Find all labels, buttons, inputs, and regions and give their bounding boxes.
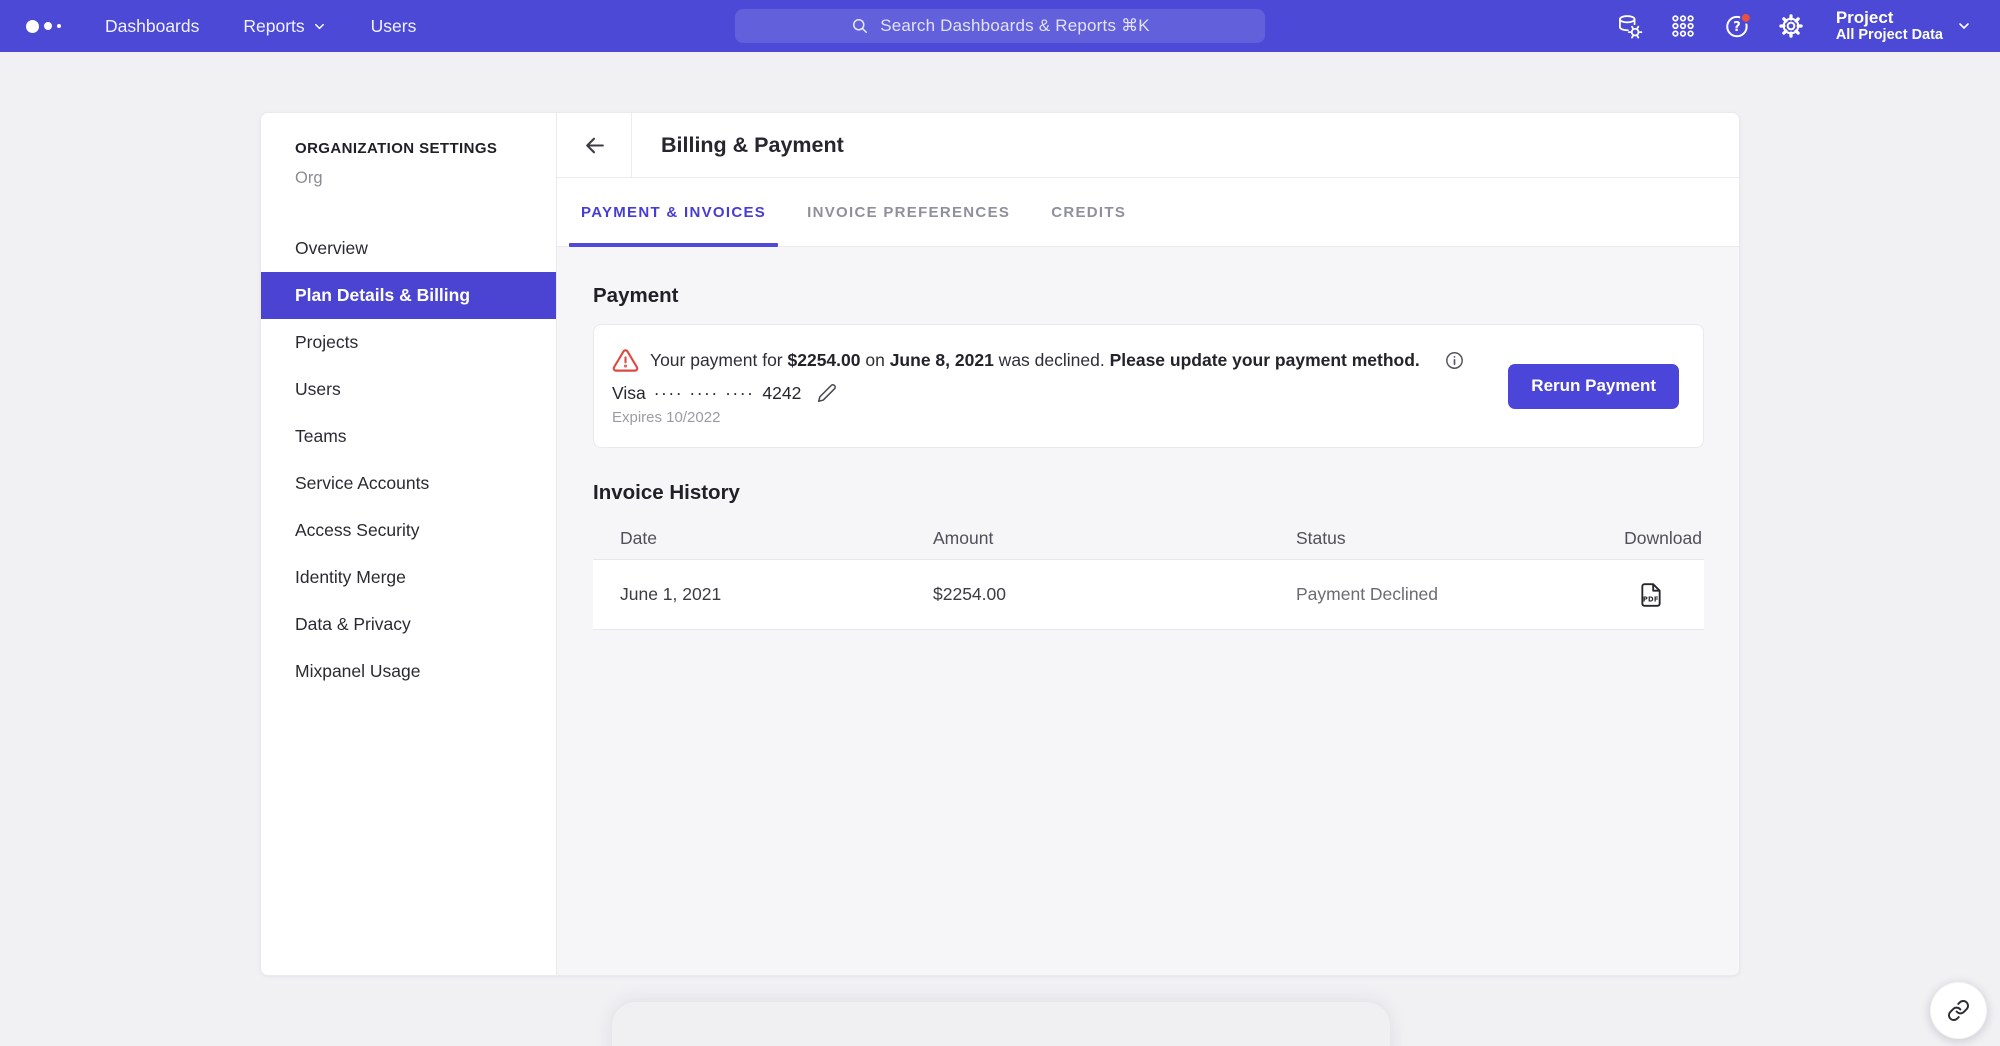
col-header-amount: Amount xyxy=(933,528,1296,549)
gear-icon xyxy=(1778,13,1804,39)
nav-item-dashboards[interactable]: Dashboards xyxy=(105,16,199,37)
nav-item-users[interactable]: Users xyxy=(371,16,417,37)
declined-action-text: Please update your payment method. xyxy=(1110,350,1420,370)
nav-item-reports[interactable]: Reports xyxy=(243,16,326,37)
sidebar-item-projects[interactable]: Projects xyxy=(261,319,556,366)
sidebar-item-users[interactable]: Users xyxy=(261,366,556,413)
tab-content: Payment Your payment for $2254.00 on Jun… xyxy=(557,247,1739,975)
download-pdf-button[interactable]: PDF xyxy=(1638,582,1664,608)
arrow-left-icon xyxy=(582,133,607,158)
sidebar-item-teams[interactable]: Teams xyxy=(261,413,556,460)
col-header-download: Download xyxy=(1534,528,1704,549)
tab-credits[interactable]: CREDITS xyxy=(1039,178,1138,246)
info-icon xyxy=(1444,350,1465,371)
page-header: Billing & Payment xyxy=(557,113,1739,178)
page-title: Billing & Payment xyxy=(632,133,844,158)
chevron-down-icon xyxy=(1956,18,1972,34)
payment-method: Visa ···· ···· ···· 4242 xyxy=(612,383,1508,404)
tab-invoice-preferences[interactable]: INVOICE PREFERENCES xyxy=(795,178,1022,246)
edit-payment-method-button[interactable] xyxy=(817,383,837,403)
alert-triangle-icon xyxy=(612,347,639,374)
info-tooltip-button[interactable] xyxy=(1444,350,1465,371)
search-input[interactable]: Search Dashboards & Reports ⌘K xyxy=(735,9,1265,43)
card-brand: Visa xyxy=(612,383,646,404)
invoice-status: Payment Declined xyxy=(1296,584,1534,605)
sidebar-item-access-security[interactable]: Access Security xyxy=(261,507,556,554)
sidebar-item-service-accounts[interactable]: Service Accounts xyxy=(261,460,556,507)
settings-card: ORGANIZATION SETTINGS Org Overview Plan … xyxy=(260,112,1740,976)
help-button[interactable]: ? xyxy=(1724,13,1751,40)
card-last4: 4242 xyxy=(762,383,801,404)
payment-declined-card: Your payment for $2254.00 on June 8, 202… xyxy=(593,324,1704,448)
search-placeholder: Search Dashboards & Reports ⌘K xyxy=(880,16,1150,36)
data-management-button[interactable] xyxy=(1616,13,1643,40)
grid-dots-icon xyxy=(1670,13,1696,39)
col-header-status: Status xyxy=(1296,528,1534,549)
tab-payment-invoices[interactable]: PAYMENT & INVOICES xyxy=(569,178,778,246)
top-navbar: Dashboards Reports Users Search Dashboar… xyxy=(0,0,2000,52)
sidebar-item-plan-details-billing[interactable]: Plan Details & Billing xyxy=(261,272,556,319)
card-expiry: Expires 10/2022 xyxy=(612,409,1508,426)
database-gear-icon xyxy=(1616,13,1643,40)
declined-amount: $2254.00 xyxy=(788,350,861,370)
sidebar-item-mixpanel-usage[interactable]: Mixpanel Usage xyxy=(261,648,556,695)
back-button[interactable] xyxy=(574,125,614,165)
settings-sidebar: ORGANIZATION SETTINGS Org Overview Plan … xyxy=(261,113,557,975)
mixpanel-logo-icon[interactable] xyxy=(26,20,61,33)
declined-date: June 8, 2021 xyxy=(890,350,994,370)
project-switcher-title: Project xyxy=(1836,8,1943,28)
card-masked-digits: ···· ···· ···· xyxy=(654,383,755,404)
settings-button[interactable] xyxy=(1778,13,1805,40)
sidebar-item-data-privacy[interactable]: Data & Privacy xyxy=(261,601,556,648)
question-circle-icon: ? xyxy=(1724,12,1751,40)
project-switcher-value: All Project Data xyxy=(1836,27,1943,44)
invoice-amount: $2254.00 xyxy=(933,584,1296,605)
apps-grid-button[interactable] xyxy=(1670,13,1697,40)
sidebar-item-overview[interactable]: Overview xyxy=(261,225,556,272)
rerun-payment-button[interactable]: Rerun Payment xyxy=(1508,364,1679,409)
nav-item-reports-label: Reports xyxy=(243,16,304,37)
chevron-down-icon xyxy=(312,19,327,34)
svg-text:PDF: PDF xyxy=(1643,595,1659,603)
invoice-history-title: Invoice History xyxy=(593,481,1704,505)
invoice-table-row: June 1, 2021 $2254.00 Payment Declined P… xyxy=(593,560,1704,630)
search-icon xyxy=(850,16,870,36)
link-icon xyxy=(1947,999,1970,1022)
sidebar-nav: Overview Plan Details & Billing Projects… xyxy=(261,225,556,695)
billing-tabs: PAYMENT & INVOICES INVOICE PREFERENCES C… xyxy=(557,178,1739,247)
invoice-table-header: Date Amount Status Download xyxy=(593,518,1704,560)
billing-main-pane: Billing & Payment PAYMENT & INVOICES INV… xyxy=(557,113,1739,975)
project-switcher[interactable]: Project All Project Data xyxy=(1836,8,1972,44)
bottom-sheet-peek xyxy=(612,1002,1390,1046)
invoice-date: June 1, 2021 xyxy=(593,584,933,605)
declined-alert-message: Your payment for $2254.00 on June 8, 202… xyxy=(612,347,1508,374)
copy-link-fab[interactable] xyxy=(1930,982,1987,1039)
payment-section-title: Payment xyxy=(593,284,1704,308)
col-header-date: Date xyxy=(593,528,933,549)
svg-text:?: ? xyxy=(1733,20,1741,35)
sidebar-section-title: ORGANIZATION SETTINGS xyxy=(261,140,556,157)
notification-badge xyxy=(1741,13,1751,23)
primary-nav: Dashboards Reports Users xyxy=(105,16,416,37)
pdf-file-icon: PDF xyxy=(1638,582,1664,608)
organization-name: Org xyxy=(261,169,556,188)
invoice-table: Date Amount Status Download June 1, 2021… xyxy=(593,518,1704,630)
pencil-icon xyxy=(817,383,837,403)
sidebar-item-identity-merge[interactable]: Identity Merge xyxy=(261,554,556,601)
